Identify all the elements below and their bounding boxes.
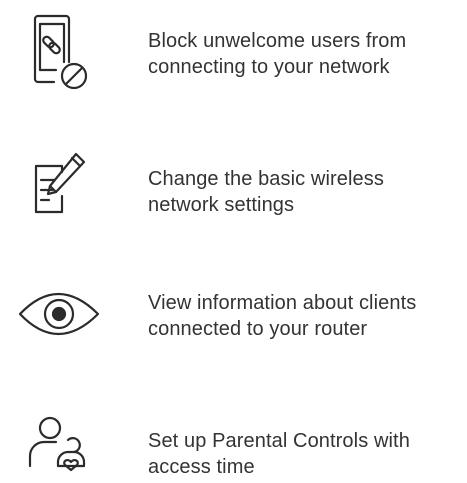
feature-list: Block unwelcome users from connecting to… — [0, 0, 467, 483]
feature-text-line: Block unwelcome users from — [148, 30, 407, 52]
blocked-device-icon — [14, 6, 104, 106]
feature-view-clients: View information about clients connected… — [0, 262, 467, 362]
feature-text-line: Set up Parental Controls with — [148, 430, 410, 452]
feature-change-settings-text: Change the basic wireless network settin… — [148, 166, 463, 218]
feature-view-clients-text: View information about clients connected… — [148, 290, 463, 342]
feature-text-line: network settings — [148, 194, 295, 216]
feature-text-line: View information about clients — [148, 292, 417, 314]
feature-change-settings: Change the basic wireless network settin… — [0, 134, 467, 234]
feature-text-line: Change the basic wireless — [148, 168, 384, 190]
feature-text-line: connecting to your network — [148, 56, 390, 78]
edit-settings-icon — [14, 134, 104, 234]
feature-parental-controls-text: Set up Parental Controls with access tim… — [148, 428, 463, 480]
eye-icon — [14, 262, 104, 362]
feature-block-users: Block unwelcome users from connecting to… — [0, 6, 467, 106]
parental-controls-icon — [14, 382, 104, 482]
feature-block-users-text: Block unwelcome users from connecting to… — [148, 28, 463, 80]
feature-text-line: access time — [148, 456, 255, 478]
feature-text-line: connected to your router — [148, 318, 368, 340]
feature-parental-controls: Set up Parental Controls with access tim… — [0, 382, 467, 482]
